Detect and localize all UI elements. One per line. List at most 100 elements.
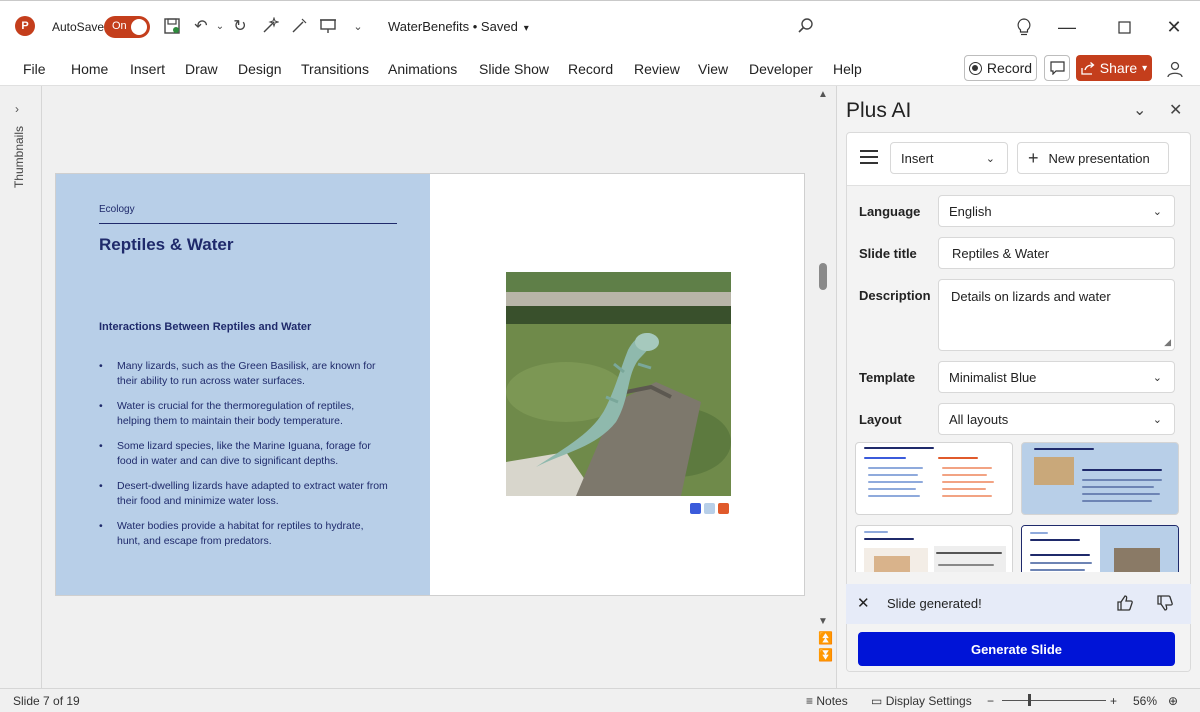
maximize-icon[interactable] [1109, 13, 1139, 41]
next-slide-icon[interactable]: ⏬ [818, 648, 833, 662]
generate-slide-button[interactable]: Generate Slide [858, 632, 1175, 666]
generation-status-text: Slide generated! [887, 596, 982, 611]
thumbnails-pane[interactable]: › Thumbnails [0, 86, 42, 688]
slide-subtitle[interactable]: Interactions Between Reptiles and Water [99, 321, 311, 333]
tab-developer[interactable]: Developer [749, 61, 813, 77]
slide-title-input[interactable]: Reptiles & Water [938, 237, 1175, 269]
vertical-scrollbar[interactable]: ▲ ▼ ⏫ ⏬ [814, 86, 834, 688]
panel-close-icon[interactable]: ✕ [1169, 100, 1182, 120]
tab-home[interactable]: Home [71, 61, 108, 77]
present-icon[interactable] [317, 15, 339, 37]
generation-status-bar: ✕ Slide generated! [846, 584, 1191, 624]
thumbs-down-icon[interactable] [1156, 594, 1174, 617]
document-title[interactable]: WaterBenefits • Saved ▾ [388, 19, 529, 34]
slide-category[interactable]: Ecology [99, 204, 135, 215]
thumbs-up-icon[interactable] [1116, 594, 1134, 617]
zoom-level[interactable]: 56% [1133, 694, 1157, 708]
template-select[interactable]: Minimalist Blue ⌄ [938, 361, 1175, 393]
save-icon[interactable] [161, 15, 183, 37]
display-settings-label: Display Settings [885, 694, 972, 708]
tab-view[interactable]: View [698, 61, 728, 77]
minimize-icon[interactable]: — [1052, 13, 1082, 41]
slide-canvas[interactable]: Ecology Reptiles & Water Interactions Be… [55, 173, 805, 596]
share-icon [1081, 61, 1095, 75]
scroll-up-icon[interactable]: ▲ [818, 89, 828, 100]
autosave-label: AutoSave [52, 20, 105, 34]
comments-button[interactable] [1044, 55, 1070, 81]
zoom-in-icon[interactable]: + [1110, 694, 1117, 708]
tab-transitions[interactable]: Transitions [301, 61, 369, 77]
coauthor-icon[interactable] [1164, 58, 1186, 80]
magic-wand-icon[interactable] [259, 15, 281, 37]
tab-slide-show[interactable]: Slide Show [479, 61, 549, 77]
chevron-down-icon: ⌄ [1152, 414, 1162, 426]
powerpoint-logo-icon: P [15, 16, 35, 36]
tab-design[interactable]: Design [238, 61, 282, 77]
zoom-out-icon[interactable]: − [987, 694, 994, 708]
tab-record[interactable]: Record [568, 61, 613, 77]
notes-label: Notes [816, 694, 848, 708]
tab-review[interactable]: Review [634, 61, 680, 77]
description-textarea[interactable]: Details on lizards and water ◢ [938, 279, 1175, 351]
accent-square-orange [718, 503, 729, 514]
zoom-slider-thumb[interactable] [1028, 694, 1031, 706]
layout-gallery[interactable] [855, 442, 1181, 572]
display-settings-button[interactable]: ▭ Display Settings [871, 694, 972, 708]
notes-button[interactable]: ≡ Notes [806, 694, 848, 708]
new-presentation-button[interactable]: + New presentation [1017, 142, 1169, 174]
iguana-photo[interactable] [506, 272, 731, 496]
customize-toolbar-icon[interactable]: ⌄ [347, 15, 369, 37]
chevron-down-icon: ⌄ [985, 153, 995, 165]
list-item: Desert-dwelling lizards have adapted to … [99, 479, 389, 509]
search-icon[interactable] [795, 15, 817, 37]
tab-help[interactable]: Help [833, 61, 862, 77]
tab-insert[interactable]: Insert [130, 61, 165, 77]
dismiss-status-icon[interactable]: ✕ [857, 594, 870, 612]
layout-option-image-left[interactable] [1021, 442, 1179, 515]
close-window-icon[interactable]: ✕ [1159, 13, 1189, 41]
share-button[interactable]: Share ▾ [1076, 55, 1152, 81]
ribbon-tabs: File Home Insert Draw Design Transitions… [0, 52, 1200, 86]
chevron-down-icon: ⌄ [1152, 206, 1162, 218]
slide-title[interactable]: Reptiles & Water [99, 235, 233, 255]
template-value: Minimalist Blue [949, 369, 1037, 385]
pen-icon[interactable] [288, 15, 310, 37]
record-button[interactable]: Record [964, 55, 1037, 81]
autosave-toggle[interactable]: On [104, 16, 150, 38]
layout-option-two-columns[interactable] [855, 442, 1013, 515]
chevron-down-icon: ⌄ [1152, 372, 1162, 384]
slide-bullet-list[interactable]: Many lizards, such as the Green Basilisk… [99, 359, 389, 559]
undo-dropdown-icon[interactable]: ⌄ [209, 15, 231, 37]
insert-select[interactable]: Insert ⌄ [890, 142, 1008, 174]
layout-select[interactable]: All layouts ⌄ [938, 403, 1175, 435]
plus-ai-panel: Plus AI ⌄ ✕ Insert ⌄ + New presentation … [836, 86, 1200, 688]
expand-thumbnails-icon[interactable]: › [15, 102, 19, 116]
layout-value: All layouts [949, 411, 1009, 427]
record-button-label: Record [986, 60, 1033, 76]
layout-option-image-right[interactable] [1021, 525, 1179, 572]
accent-square-light-blue [704, 503, 715, 514]
fit-to-window-icon[interactable]: ⊕ [1168, 694, 1178, 708]
language-select[interactable]: English ⌄ [938, 195, 1175, 227]
redo-icon[interactable]: ↻ [229, 15, 251, 37]
panel-options-icon[interactable]: ⌄ [1133, 100, 1146, 120]
thumbnails-label: Thumbnails [12, 126, 26, 189]
scroll-down-icon[interactable]: ▼ [818, 616, 828, 627]
tab-draw[interactable]: Draw [185, 61, 218, 77]
tab-animations[interactable]: Animations [388, 61, 457, 77]
template-label: Template [859, 370, 916, 385]
layout-label: Layout [859, 412, 902, 427]
list-item: Some lizard species, like the Marine Igu… [99, 439, 389, 469]
tab-file[interactable]: File [23, 61, 46, 77]
scrollbar-thumb[interactable] [819, 263, 827, 290]
zoom-slider[interactable] [1002, 700, 1106, 701]
title-bar: P AutoSave On ↶ ⌄ ↻ ⌄ WaterBenefits • Sa… [0, 0, 1200, 52]
lightbulb-icon[interactable] [1009, 13, 1039, 41]
hamburger-menu-icon[interactable] [860, 150, 878, 164]
resize-grip-icon[interactable]: ◢ [1164, 337, 1171, 348]
layout-option-image-card[interactable] [855, 525, 1013, 572]
document-title-text: WaterBenefits • Saved [388, 19, 518, 34]
comment-icon [1049, 61, 1065, 75]
accent-square-blue [690, 503, 701, 514]
previous-slide-icon[interactable]: ⏫ [818, 631, 833, 645]
